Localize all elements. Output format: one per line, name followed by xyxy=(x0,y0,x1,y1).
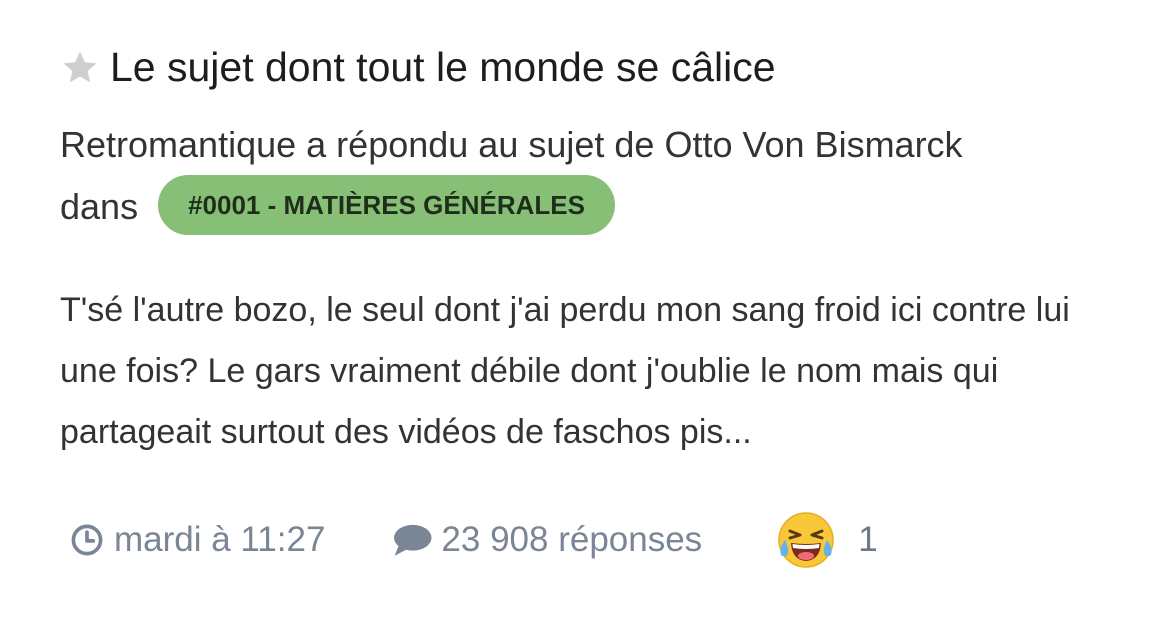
replies-text: 23 908 réponses xyxy=(441,520,703,559)
reaction-count: 1 xyxy=(858,520,878,559)
timestamp[interactable]: mardi à 11:27 xyxy=(70,520,325,560)
post-footer: mardi à 11:27 23 908 réponses 1 xyxy=(70,510,878,570)
timestamp-text: mardi à 11:27 xyxy=(114,520,326,559)
in-text: dans xyxy=(60,186,139,227)
action-text: a répondu au sujet de xyxy=(306,124,655,165)
clock-icon xyxy=(71,524,103,556)
category-badge[interactable]: #0001 - MATIÈRES GÉNÉRALES xyxy=(158,175,615,236)
author-link[interactable]: Retromantique xyxy=(60,124,296,165)
topic-title[interactable]: Le sujet dont tout le monde se câlice xyxy=(110,44,776,91)
star-icon[interactable] xyxy=(60,48,100,88)
title-row: Le sujet dont tout le monde se câlice xyxy=(60,44,776,91)
laughing-tears-icon xyxy=(778,512,834,568)
topic-author-link[interactable]: Otto Von Bismarck xyxy=(664,124,962,165)
replies-count[interactable]: 23 908 réponses xyxy=(391,520,702,560)
topic-card: Le sujet dont tout le monde se câlice Re… xyxy=(0,0,1164,628)
post-excerpt[interactable]: T'sé l'autre bozo, le seul dont j'ai per… xyxy=(60,280,1120,463)
speech-bubble-icon xyxy=(394,524,432,556)
reaction[interactable]: 1 xyxy=(776,510,878,570)
reply-meta: Retromantique a répondu au sujet de Otto… xyxy=(60,114,1140,239)
